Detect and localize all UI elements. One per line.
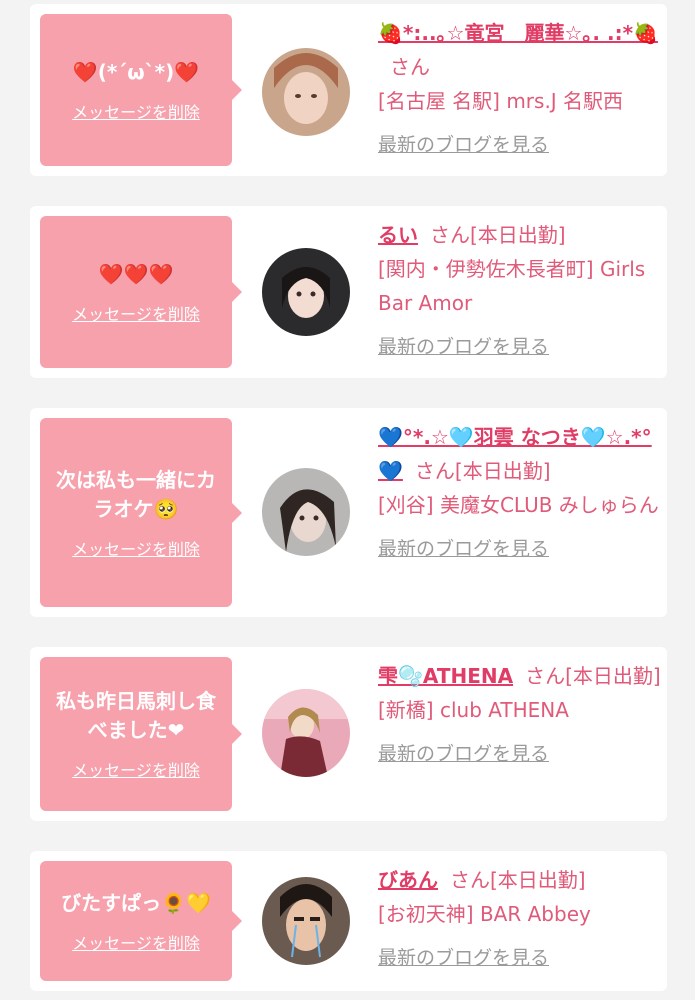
message-text: 次は私も一緒にカラオケ🥺 (56, 467, 216, 521)
avatar[interactable] (262, 248, 350, 336)
profile-info: 🍓*:..｡☆竜宮 麗華☆｡. .:*🍓 さん [名古屋 名駅] mrs.J 名駅… (378, 16, 663, 162)
delete-message-link[interactable]: メッセージを削除 (72, 301, 200, 325)
message-bubble: ❤️❤️❤️ メッセージを削除 (40, 216, 242, 368)
attendance-status: [本日出勤] (490, 868, 586, 892)
delete-message-link[interactable]: メッセージを削除 (72, 99, 200, 123)
delete-message-link[interactable]: メッセージを削除 (72, 930, 200, 954)
delete-message-link[interactable]: メッセージを削除 (72, 536, 200, 560)
profile-name-link[interactable]: 🍓*:..｡☆竜宮 麗華☆｡. .:*🍓 (378, 21, 658, 45)
profile-photo-icon (262, 468, 350, 556)
blog-link[interactable]: 最新のブログを見る (378, 941, 549, 975)
message-bubble: 私も昨日馬刺し食べました❤ メッセージを削除 (40, 657, 242, 811)
message-card: 私も昨日馬刺し食べました❤ メッセージを削除 雫🫧ATHENA さん[本日出勤] … (30, 647, 667, 821)
profile-info: るい さん[本日出勤] [関内・伊勢佐木長者町] Girls Bar Amor 最… (378, 218, 663, 364)
shop-name: [名古屋 名駅] mrs.J 名駅西 (378, 89, 624, 113)
honorific: さん (525, 664, 566, 688)
message-bubble: びたすぱっ🌻💛 メッセージを削除 (40, 861, 242, 981)
profile-info: びあん さん[本日出勤] [お初天神] BAR Abbey 最新のブログを見る (378, 863, 663, 975)
profile-photo-icon (262, 248, 350, 336)
delete-message-link[interactable]: メッセージを削除 (72, 757, 200, 781)
shop-name: [刈谷] 美魔女CLUB みしゅらん (378, 493, 659, 517)
profile-info: 雫🫧ATHENA さん[本日出勤] [新橋] club ATHENA 最新のブログ… (378, 659, 663, 771)
honorific: さん (450, 868, 490, 892)
avatar[interactable] (262, 468, 350, 556)
profile-photo-icon (262, 877, 350, 965)
avatar[interactable] (262, 48, 350, 136)
message-card: びたすぱっ🌻💛 メッセージを削除 びあん さん[本日出勤] [お初天神] BAR … (30, 851, 667, 991)
profile-name-link[interactable]: るい (378, 223, 418, 247)
shop-name: [お初天神] BAR Abbey (378, 902, 591, 926)
profile-info: 💙°*.☆🩵羽雲 なつき🩵☆.*°💙 さん[本日出勤] [刈谷] 美魔女CLUB … (378, 420, 663, 566)
attendance-status: [本日出勤] (454, 459, 551, 483)
message-text: ❤️❤️❤️ (98, 261, 174, 286)
avatar[interactable] (262, 689, 350, 777)
blog-link[interactable]: 最新のブログを見る (378, 532, 549, 566)
avatar[interactable] (262, 877, 350, 965)
message-text: 私も昨日馬刺し食べました❤ (56, 689, 216, 742)
message-text: びたすぱっ🌻💛 (61, 890, 211, 915)
attendance-status: [本日出勤] (565, 664, 661, 688)
blog-link[interactable]: 最新のブログを見る (378, 128, 549, 162)
message-card: ❤️(*´ω`*)❤️ メッセージを削除 🍓*:..｡☆竜宮 麗華☆｡. .:*… (30, 4, 667, 176)
message-bubble: ❤️(*´ω`*)❤️ メッセージを削除 (40, 14, 242, 166)
profile-name-link[interactable]: びあん (378, 868, 438, 892)
profile-photo-icon (262, 48, 350, 136)
blog-link[interactable]: 最新のブログを見る (378, 737, 549, 771)
honorific: さん (430, 223, 470, 247)
message-card: ❤️❤️❤️ メッセージを削除 るい さん[本日出勤] [関内・伊勢佐木長者町] … (30, 206, 667, 378)
honorific: さん (390, 55, 430, 79)
shop-name: [新橋] club ATHENA (378, 698, 569, 722)
message-text: ❤️(*´ω`*)❤️ (72, 59, 200, 84)
profile-name-link[interactable]: 雫🫧ATHENA (378, 664, 513, 688)
message-bubble: 次は私も一緒にカラオケ🥺 メッセージを削除 (40, 418, 242, 607)
profile-photo-icon (262, 689, 350, 777)
attendance-status: [本日出勤] (470, 223, 566, 247)
shop-name: [関内・伊勢佐木長者町] Girls Bar Amor (378, 257, 646, 315)
honorific: さん (414, 459, 455, 483)
message-card: 次は私も一緒にカラオケ🥺 メッセージを削除 💙°*.☆🩵羽雲 なつき🩵☆.*°💙… (30, 408, 667, 617)
blog-link[interactable]: 最新のブログを見る (378, 330, 549, 364)
